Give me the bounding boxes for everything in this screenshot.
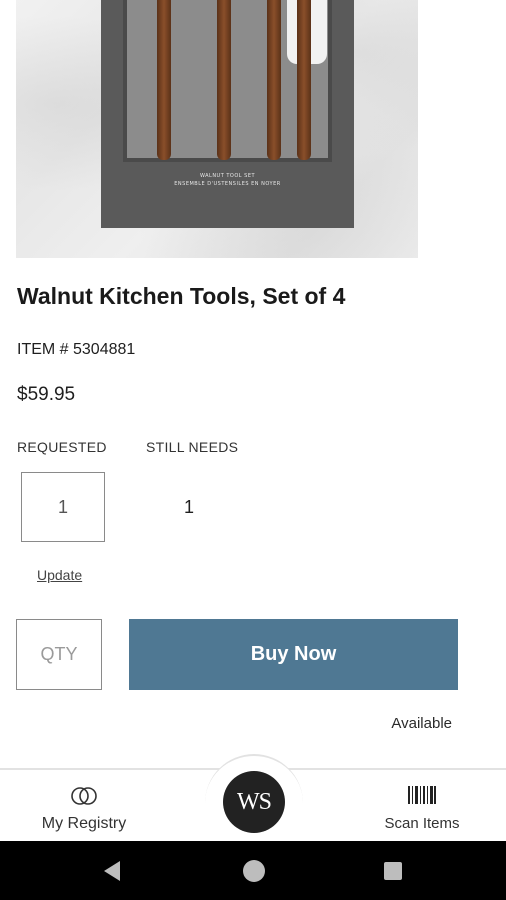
nav-my-registry[interactable]: My Registry xyxy=(24,770,144,843)
nav-my-registry-label: My Registry xyxy=(41,815,127,832)
still-needs-value: 1 xyxy=(184,497,195,517)
box-label-line2: ENSEMBLE D'USTENSILES EN NOYER xyxy=(174,181,281,187)
home-circle-icon[interactable] xyxy=(243,860,265,882)
back-triangle-icon[interactable] xyxy=(104,861,120,881)
requested-quantity-input[interactable] xyxy=(21,472,105,542)
product-box: WALNUT TOOL SET ENSEMBLE D'USTENSILES EN… xyxy=(101,0,354,228)
nav-scan-items-label: Scan Items xyxy=(384,815,460,832)
buy-now-button[interactable]: Buy Now xyxy=(129,619,458,690)
box-window xyxy=(123,0,332,162)
system-nav-bar xyxy=(0,841,506,900)
still-needs-label: STILL NEEDS xyxy=(146,439,239,455)
qty-input[interactable] xyxy=(16,619,102,690)
item-number: ITEM # 5304881 xyxy=(17,341,136,358)
requested-label: REQUESTED xyxy=(17,439,107,455)
product-title: Walnut Kitchen Tools, Set of 4 xyxy=(17,283,346,309)
update-link[interactable]: Update xyxy=(37,567,82,583)
box-label: WALNUT TOOL SET ENSEMBLE D'USTENSILES EN… xyxy=(131,172,324,188)
wooden-spoon-1 xyxy=(157,0,171,160)
ws-logo-button[interactable]: WS xyxy=(223,771,285,833)
wooden-handle-4 xyxy=(297,0,311,160)
availability-status: Available xyxy=(391,715,452,732)
box-label-line1: WALNUT TOOL SET xyxy=(199,173,256,179)
nav-scan-items[interactable]: Scan Items xyxy=(370,770,474,843)
product-price: $59.95 xyxy=(17,384,76,405)
rings-icon xyxy=(71,787,97,805)
wooden-spoon-2 xyxy=(217,0,231,160)
wooden-handle-3 xyxy=(267,0,281,160)
product-image: WALNUT TOOL SET ENSEMBLE D'USTENSILES EN… xyxy=(16,0,418,258)
barcode-icon xyxy=(408,786,436,804)
recent-apps-square-icon[interactable] xyxy=(384,862,402,880)
